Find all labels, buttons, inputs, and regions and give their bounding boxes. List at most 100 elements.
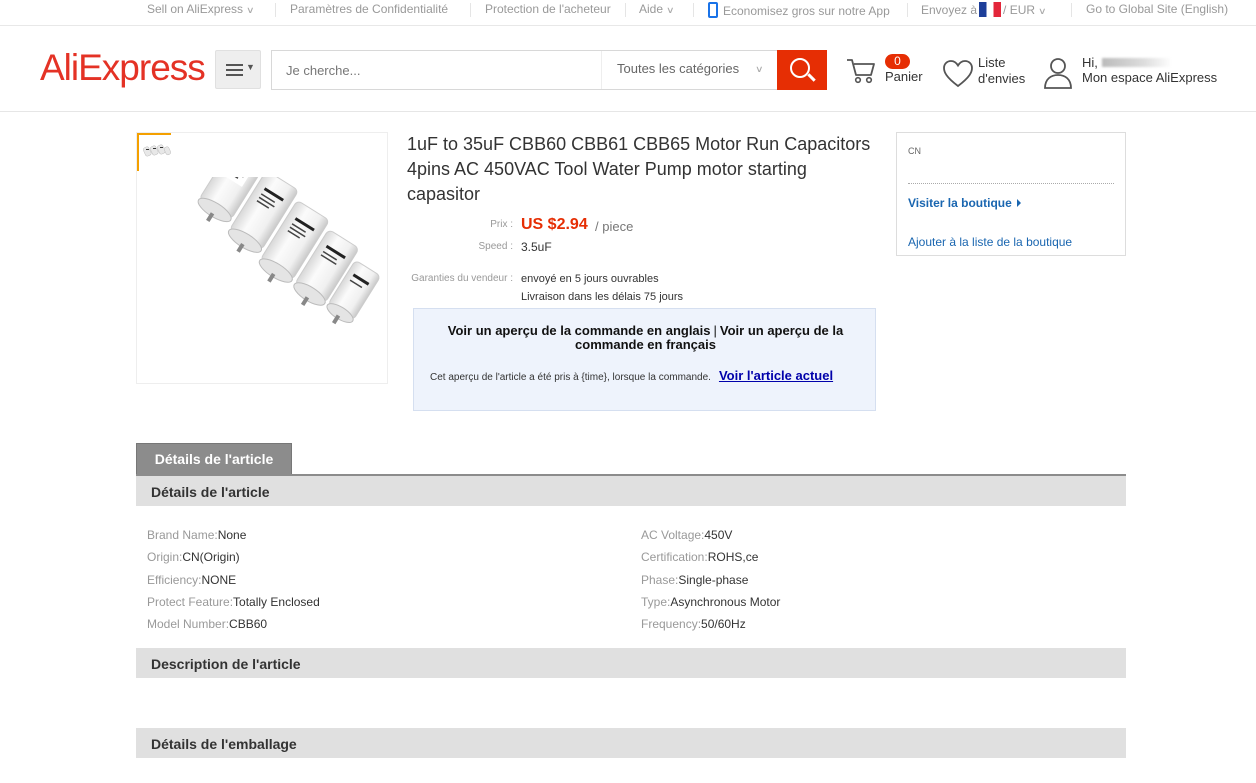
- guarantee-dispatch: envoyé en 5 jours ouvrables: [521, 273, 659, 285]
- product-thumbnail[interactable]: [137, 133, 172, 171]
- search-input[interactable]: [272, 51, 600, 89]
- privacy-settings-link[interactable]: Paramètres de Confidentialité: [290, 2, 448, 16]
- attribute-key: Brand Name:: [147, 528, 218, 542]
- dotted-divider: [908, 183, 1114, 184]
- cart-link[interactable]: 0 Panier: [846, 54, 936, 94]
- account-greeting: Hi,: [1082, 55, 1172, 70]
- search-bar: Toutes les catégories ∨: [271, 50, 777, 90]
- section-packaging-details: Détails de l'emballage: [136, 728, 1126, 758]
- speed-value: 3.5uF: [521, 240, 552, 254]
- chevron-down-icon: ∨: [1038, 6, 1047, 16]
- visit-store-label: Visiter la boutique: [908, 196, 1012, 210]
- top-bar: Sell on AliExpress ∨ Paramètres de Confid…: [0, 0, 1256, 26]
- attribute-key: Origin:: [147, 550, 183, 564]
- speed-label: Speed :: [478, 241, 513, 252]
- site-header: AliExpress ▼ Toutes les catégories ∨ 0 P…: [0, 27, 1256, 112]
- hamburger-icon: [226, 64, 243, 76]
- account-space-label: Mon espace AliExpress: [1082, 70, 1218, 85]
- product-gallery: [136, 132, 388, 384]
- attribute-value: None: [217, 528, 247, 542]
- attribute-row: Frequency:50/60Hz: [641, 617, 746, 631]
- sell-label: Sell on AliExpress: [147, 2, 244, 16]
- snapshot-note: Cet aperçu de l'article a été pris à {ti…: [430, 369, 860, 385]
- snapshot-note-text: Cet aperçu de l'article a été pris à {ti…: [430, 372, 711, 383]
- attribute-value: CBB60: [229, 617, 268, 631]
- section-item-description: Description de l'article: [136, 648, 1126, 678]
- attribute-value: Single-phase: [678, 573, 749, 587]
- wishlist-label: Liste d'envies: [978, 55, 1025, 87]
- attribute-key: Phase:: [641, 573, 679, 587]
- divider: [625, 3, 626, 17]
- divider: [275, 3, 276, 17]
- attribute-value: NONE: [201, 573, 237, 587]
- attribute-row: AC Voltage:450V: [641, 528, 732, 542]
- phone-icon: [708, 2, 718, 18]
- account-menu[interactable]: Hi, Mon espace AliExpress: [1043, 54, 1243, 94]
- attribute-value: Asynchronous Motor: [670, 595, 781, 609]
- app-link[interactable]: Economisez gros sur notre App: [708, 2, 890, 18]
- attribute-key: AC Voltage:: [641, 528, 705, 542]
- divider: [693, 3, 694, 17]
- price-label: Prix :: [490, 219, 513, 230]
- attribute-row: Brand Name:None: [147, 528, 246, 542]
- chevron-down-icon: ∨: [666, 5, 675, 15]
- attribute-value: 50/60Hz: [701, 617, 746, 631]
- chevron-down-icon: ∨: [755, 64, 764, 74]
- ship-to-label: Envoyez à: [921, 3, 978, 17]
- wishlist-link[interactable]: Liste d'envies: [942, 55, 1032, 95]
- attribute-key: Certification:: [641, 550, 708, 564]
- attribute-value: Totally Enclosed: [233, 595, 320, 609]
- search-icon-handle: [807, 73, 816, 82]
- user-icon: [1044, 58, 1072, 89]
- heart-icon: [943, 60, 973, 88]
- guarantee-label: Garanties du vendeur :: [411, 273, 513, 284]
- attribute-row: Origin:CN(Origin): [147, 550, 240, 564]
- order-snapshot-notice: Voir un aperçu de la commande en anglais…: [413, 308, 876, 411]
- global-site-link[interactable]: Go to Global Site (English): [1086, 2, 1228, 16]
- snapshot-title: Voir un aperçu de la commande en anglais…: [432, 324, 859, 352]
- attribute-key: Frequency:: [641, 617, 702, 631]
- attribute-value: CN(Origin): [182, 550, 240, 564]
- sell-on-aliexpress-link[interactable]: Sell on AliExpress ∨: [147, 2, 255, 16]
- cart-count-badge: 0: [885, 54, 910, 69]
- divider: [1071, 3, 1072, 17]
- app-label: Economisez gros sur notre App: [723, 4, 890, 18]
- attribute-row: Model Number:CBB60: [147, 617, 267, 631]
- tab-item-details[interactable]: Détails de l'article: [136, 443, 292, 474]
- capacitor-thumbnail-image: [142, 144, 172, 157]
- visit-store-link[interactable]: Visiter la boutique: [908, 196, 1021, 210]
- aliexpress-logo[interactable]: AliExpress: [40, 47, 206, 89]
- buyer-protection-link[interactable]: Protection de l'acheteur: [485, 2, 611, 16]
- add-store-to-list-link[interactable]: Ajouter à la liste de la boutique: [908, 235, 1072, 249]
- store-country: CN: [908, 146, 921, 156]
- divider: [470, 3, 471, 17]
- section-item-details: Détails de l'article: [136, 476, 1126, 506]
- help-menu[interactable]: Aide ∨: [639, 2, 675, 16]
- search-button[interactable]: [777, 50, 827, 90]
- attribute-row: Protect Feature:Totally Enclosed: [147, 595, 320, 609]
- chevron-down-icon: ∨: [246, 5, 255, 15]
- greeting-text: Hi,: [1082, 55, 1098, 70]
- attribute-row: Certification:ROHS,ce: [641, 550, 758, 564]
- cart-label: Panier: [885, 69, 923, 84]
- product-main-image[interactable]: [149, 177, 381, 327]
- attribute-value: ROHS,ce: [707, 550, 759, 564]
- view-current-item-link[interactable]: Voir l'article actuel: [719, 368, 833, 383]
- caret-down-icon: ▼: [246, 62, 255, 72]
- price-unit: / piece: [595, 219, 634, 234]
- product-price: US $2.94: [521, 216, 588, 233]
- divider: [907, 3, 908, 17]
- wishlist-line-2: d'envies: [978, 71, 1026, 86]
- category-label: Toutes les catégories: [617, 61, 740, 76]
- attribute-key: Model Number:: [147, 617, 230, 631]
- cart-icon: [847, 59, 875, 84]
- arrow-right-icon: [1016, 199, 1021, 207]
- categories-menu-button[interactable]: ▼: [215, 50, 261, 89]
- redacted-username: [1101, 58, 1172, 67]
- snapshot-divider: |: [713, 323, 717, 338]
- category-select[interactable]: Toutes les catégories ∨: [601, 51, 777, 89]
- attribute-key: Protect Feature:: [147, 595, 234, 609]
- attribute-row: Phase:Single-phase: [641, 573, 748, 587]
- snapshot-english-link[interactable]: Voir un aperçu de la commande en anglais: [448, 323, 711, 338]
- ship-to-selector[interactable]: Envoyez à / EUR ∨: [921, 2, 1047, 17]
